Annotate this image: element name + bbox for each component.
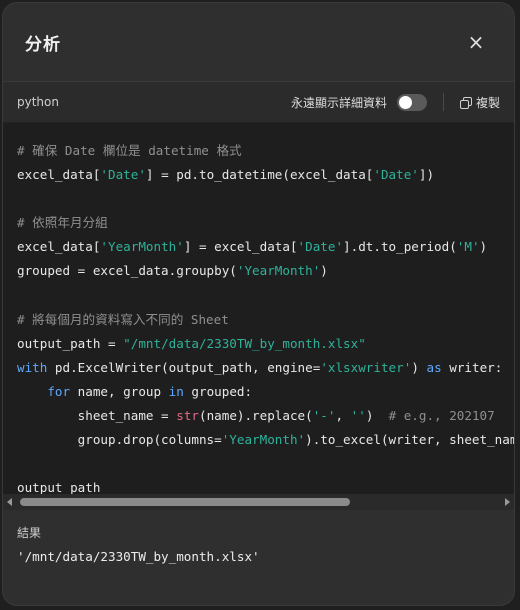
- always-show-details-toggle[interactable]: [396, 93, 427, 111]
- result-section: 結果 '/mnt/data/2330TW_by_month.xlsx': [3, 510, 514, 564]
- close-icon[interactable]: ×: [464, 30, 488, 54]
- toolbar-divider: [442, 93, 444, 111]
- code-token: "/mnt/data/2330TW_by_month.xlsx": [123, 335, 366, 351]
- code-token: ] = excel_data[: [183, 239, 298, 255]
- code-token: as: [426, 359, 442, 375]
- code-line: sheet_name = str(name).replace('-', '') …: [17, 404, 514, 428]
- code-token: ,: [335, 408, 351, 424]
- toolbar-actions: 永遠顯示詳細資料 複製: [291, 93, 500, 111]
- code-line: group.drop(columns='YearMonth').to_excel…: [17, 428, 514, 452]
- analysis-modal: 分析 × python 永遠顯示詳細資料 複製 # 確保 Date 欄位是 da…: [3, 3, 514, 605]
- code-line: for name, group in grouped:: [17, 380, 514, 404]
- code-token: 'Date': [373, 167, 419, 183]
- code-token: pd.ExcelWriter(output_path, engine=: [47, 359, 321, 375]
- code-content: # 確保 Date 欄位是 datetime 格式 excel_data['Dat…: [3, 123, 514, 500]
- scroll-left-arrow-icon[interactable]: [7, 498, 12, 506]
- code-line: grouped = excel_data.groupby('YearMonth'…: [17, 259, 514, 283]
- code-token: writer:: [441, 359, 503, 375]
- toggle-knob: [398, 95, 412, 109]
- code-token: # e.g., 202107: [388, 408, 495, 424]
- code-token: '': [350, 408, 366, 424]
- always-show-details-label: 永遠顯示詳細資料: [290, 95, 387, 110]
- copy-button-label: 複製: [475, 95, 500, 110]
- code-token: # 依照年月分組: [17, 215, 108, 231]
- code-token: 'YearMonth': [221, 432, 306, 448]
- modal-title: 分析: [25, 34, 61, 55]
- result-label: 結果: [17, 526, 42, 540]
- copy-button[interactable]: 複製: [459, 94, 500, 111]
- code-token: 'M': [456, 239, 480, 255]
- code-token: ): [479, 239, 488, 255]
- code-line: output_path = "/mnt/data/2330TW_by_month…: [17, 332, 514, 356]
- code-line: excel_data['YearMonth'] = excel_data['Da…: [17, 235, 514, 259]
- code-token: group.drop(columns=: [17, 432, 222, 448]
- code-token: excel_data[: [17, 167, 101, 183]
- code-token: ] = pd.to_datetime(excel_data[: [145, 167, 374, 183]
- code-token: ].dt.to_period(: [343, 239, 457, 255]
- code-token: # 將每個月的資料寫入不同的 Sheet: [17, 311, 229, 327]
- code-block: # 確保 Date 欄位是 datetime 格式 excel_data['Dat…: [3, 123, 514, 510]
- code-language-label: python: [17, 95, 59, 109]
- scroll-right-arrow-icon[interactable]: [505, 498, 510, 506]
- code-token: 'Date': [297, 239, 344, 255]
- code-token: # 確保 Date 欄位是 datetime 格式: [17, 143, 242, 158]
- code-token: for: [47, 383, 71, 399]
- code-token: ): [320, 263, 328, 279]
- code-token: in: [168, 383, 184, 399]
- code-token: (name).replace(: [198, 408, 313, 424]
- code-line: excel_data['Date'] = pd.to_datetime(exce…: [17, 163, 514, 187]
- code-token: sheet_name =: [17, 408, 177, 424]
- code-token: with: [17, 359, 48, 375]
- modal-header: 分析 ×: [3, 3, 514, 81]
- code-token: ): [365, 408, 389, 424]
- code-token: 'YearMonth': [236, 263, 321, 279]
- code-token: ]): [418, 167, 435, 183]
- code-line: # 確保 Date 欄位是 datetime 格式: [17, 139, 514, 163]
- horizontal-scrollbar[interactable]: [3, 494, 514, 510]
- code-token: 'Date': [100, 167, 146, 183]
- code-token: name, group: [70, 383, 169, 399]
- code-line: # 依照年月分組: [17, 211, 514, 235]
- code-token: ): [411, 359, 427, 375]
- code-token: str: [176, 408, 199, 424]
- code-token: excel_data[: [17, 239, 101, 255]
- copy-icon: [459, 96, 472, 109]
- scrollbar-thumb[interactable]: [20, 498, 350, 506]
- code-token: '-': [312, 408, 336, 424]
- code-token: 'xlsxwriter': [320, 359, 412, 375]
- code-token: grouped:: [183, 383, 253, 399]
- code-token: 'YearMonth': [100, 239, 184, 255]
- result-value: '/mnt/data/2330TW_by_month.xlsx': [17, 549, 260, 564]
- code-token: ).to_excel(writer, sheet_name=sheet_name…: [305, 432, 514, 448]
- code-line: with pd.ExcelWriter(output_path, engine=…: [17, 356, 514, 380]
- code-toolbar: python 永遠顯示詳細資料 複製: [3, 81, 514, 123]
- code-token: grouped = excel_data.groupby(: [17, 263, 237, 279]
- code-token: output_path =: [17, 335, 124, 351]
- code-line: # 將每個月的資料寫入不同的 Sheet: [17, 308, 514, 332]
